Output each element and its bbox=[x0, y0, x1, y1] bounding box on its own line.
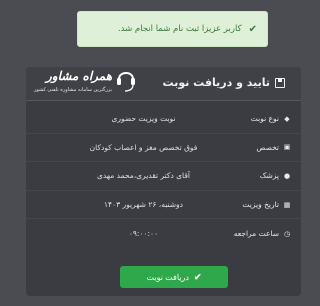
card-title-text: تایید و دریافت نوبت bbox=[162, 76, 270, 89]
card-title: تایید و دریافت نوبت bbox=[163, 76, 285, 89]
detail-value: فوق تخصص مغز و اعصاب کودکان bbox=[89, 142, 198, 152]
headset-icon bbox=[117, 72, 135, 92]
logo-tagline: بزرگترین سامانه مشاوره تلفنی کشور bbox=[34, 87, 112, 93]
doctor-icon: ● bbox=[283, 171, 291, 180]
check-icon: ✔ bbox=[193, 271, 202, 282]
detail-row-type: ◆ نوع نوبت نوبت ویزیت حضوری bbox=[26, 105, 301, 134]
detail-label-text: نوع نوبت bbox=[250, 114, 279, 124]
logo: همراه مشاور بزرگترین سامانه مشاوره تلفنی… bbox=[32, 67, 140, 105]
button-label: دریافت نوبت bbox=[146, 272, 189, 282]
detail-label-text: تخصص bbox=[256, 142, 279, 152]
logo-name: همراه مشاور bbox=[46, 69, 113, 83]
detail-value: آقای دکتر تقدیری،محمد مهدی bbox=[96, 171, 191, 181]
detail-label-text: ساعت مراجعه bbox=[233, 229, 279, 239]
check-icon: ✔ bbox=[248, 23, 257, 35]
calendar-icon: ▦ bbox=[283, 200, 291, 209]
medkit-icon: ▣ bbox=[283, 143, 291, 152]
detail-label: ◆ نوع نوبت bbox=[231, 114, 301, 123]
alert-message: کاربر عزیزا ثبت نام شما انجام شد. bbox=[117, 24, 242, 34]
success-alert: ✔ کاربر عزیزا ثبت نام شما انجام شد. bbox=[77, 11, 268, 47]
get-appointment-button[interactable]: ✔ دریافت نوبت bbox=[120, 266, 228, 288]
detail-row-time: ◷ ساعت مراجعه ۰۹:۰۰:۰۰ bbox=[26, 219, 301, 248]
clock-icon: ◷ bbox=[283, 229, 291, 238]
detail-row-specialty: ▣ تخصص فوق تخصص مغز و اعصاب کودکان bbox=[26, 134, 301, 163]
detail-row-doctor: ● پزشک آقای دکتر تقدیری،محمد مهدی bbox=[26, 162, 301, 191]
detail-label: ▦ تاریخ ویزیت bbox=[231, 200, 301, 209]
card-header: تایید و دریافت نوبت همراه مشاور بزرگترین… bbox=[26, 67, 301, 101]
save-icon bbox=[275, 77, 285, 88]
detail-row-date: ▦ تاریخ ویزیت دوشنبه، ۲۶ شهریور ۱۴۰۳ bbox=[26, 191, 301, 220]
detail-label-text: تاریخ ویزیت bbox=[242, 200, 279, 210]
detail-label-text: پزشک bbox=[259, 171, 279, 181]
detail-label: ▣ تخصص bbox=[231, 143, 301, 152]
detail-label: ◷ ساعت مراجعه bbox=[231, 229, 301, 238]
details-list: ◆ نوع نوبت نوبت ویزیت حضوری ▣ تخصص فوق ت… bbox=[26, 105, 301, 248]
detail-value: نوبت ویزیت حضوری bbox=[111, 114, 176, 124]
detail-value: ۰۹:۰۰:۰۰ bbox=[128, 229, 159, 239]
detail-label: ● پزشک bbox=[231, 171, 301, 180]
detail-value: دوشنبه، ۲۶ شهریور ۱۴۰۳ bbox=[103, 200, 184, 210]
tag-icon: ◆ bbox=[284, 114, 290, 123]
appointment-card: تایید و دریافت نوبت همراه مشاور بزرگترین… bbox=[26, 67, 301, 296]
